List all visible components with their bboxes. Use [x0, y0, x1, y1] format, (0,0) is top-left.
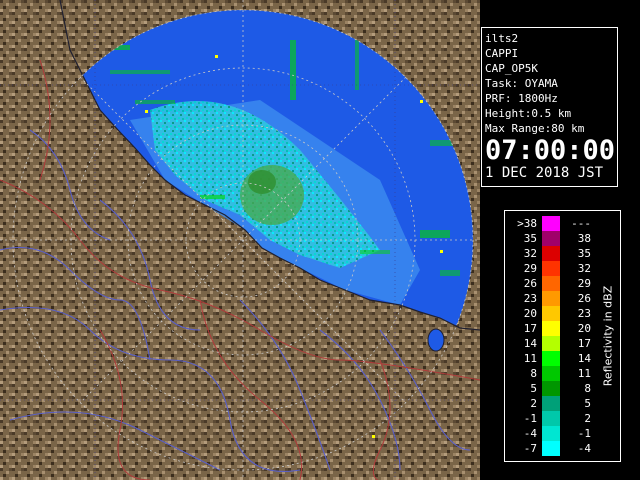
lagoon: [427, 328, 445, 352]
legend-low-value: -1: [523, 412, 537, 425]
legend-swatch: [542, 381, 560, 396]
legend-low-value: 26: [523, 277, 537, 290]
legend-row: 26 29: [505, 276, 605, 291]
radar-map[interactable]: [0, 0, 480, 480]
legend-row: 20 23: [505, 306, 605, 321]
legend-row: 32 35: [505, 246, 605, 261]
info-panel: ilts2 CAPPI CAP_OP5K Task: OYAMA PRF: 18…: [481, 27, 618, 187]
legend-high-value: 35: [577, 247, 591, 260]
legend-low-value: 20: [523, 307, 537, 320]
legend-high-value: 2: [584, 412, 591, 425]
scan-date: 1 DEC 2018 JST: [485, 165, 604, 181]
legend-high-value: 14: [577, 352, 591, 365]
task-label: Task: OYAMA: [485, 77, 558, 90]
legend-high-value: ---: [571, 217, 591, 230]
legend-low-value: -7: [523, 442, 537, 455]
height-label: Height:0.5 km: [485, 107, 572, 120]
legend-low-value: 14: [523, 337, 537, 350]
legend-high-value: 32: [577, 262, 591, 275]
max-range-label: Max Range:80 km: [485, 122, 585, 135]
legend-low-value: 2: [530, 397, 537, 410]
legend-high-value: -1: [577, 427, 591, 440]
legend-high-value: 8: [584, 382, 591, 395]
legend-low-value: 23: [523, 292, 537, 305]
legend-high-value: -4: [577, 442, 591, 455]
legend-low-value: 17: [523, 322, 537, 335]
legend-high-value: 29: [577, 277, 591, 290]
legend-swatch: [542, 276, 560, 291]
legend-low-value: >38: [517, 217, 537, 230]
legend-row: 35 38: [505, 231, 605, 246]
legend-row: 58: [505, 381, 605, 396]
legend-high-value: 23: [577, 307, 591, 320]
legend-swatch: [542, 306, 560, 321]
prf-label: PRF: 1800Hz: [485, 92, 558, 105]
product-code: CAP_OP5K: [485, 62, 538, 75]
legend-swatch: [542, 231, 560, 246]
radar-id: ilts2: [485, 32, 519, 45]
legend-row: 23 26: [505, 291, 605, 306]
legend-row: -7 -4: [505, 441, 605, 456]
legend-row: 17 20: [505, 321, 605, 336]
legend-low-value: 29: [523, 262, 537, 275]
legend-swatch: [542, 321, 560, 336]
legend-row: 8 11: [505, 366, 605, 381]
legend-swatch: [542, 411, 560, 426]
legend-row: -1 2: [505, 411, 605, 426]
legend-panel: >38 --- 35 38 32 35 29 32 26 29 23 26 20 23 17 20 14 17 11…: [504, 210, 621, 462]
legend-swatch: [542, 216, 560, 231]
legend-high-value: 11: [577, 367, 591, 380]
legend-row: 11 14: [505, 351, 605, 366]
legend-low-value: 35: [523, 232, 537, 245]
legend-low-value: 5: [530, 382, 537, 395]
legend-high-value: 38: [577, 232, 591, 245]
legend-swatch: [542, 336, 560, 351]
legend-row: -4 -1: [505, 426, 605, 441]
legend-low-value: 32: [523, 247, 537, 260]
legend-row: >38 ---: [505, 216, 605, 231]
product-name: CAPPI: [485, 47, 519, 60]
legend-high-value: 20: [577, 322, 591, 335]
legend-row: 29 32: [505, 261, 605, 276]
legend-row: 14 17: [505, 336, 605, 351]
legend-title: Reflectivity in dBZ: [601, 285, 615, 387]
legend-swatch: [542, 291, 560, 306]
legend-high-value: 5: [584, 397, 591, 410]
legend-high-value: 17: [577, 337, 591, 350]
legend-swatch: [542, 396, 560, 411]
legend-high-value: 26: [577, 292, 591, 305]
legend-low-value: -4: [523, 427, 537, 440]
scan-time: 07:00:00: [485, 135, 616, 166]
legend-swatch: [542, 261, 560, 276]
echo-core-inner: [248, 170, 276, 194]
legend-low-value: 11: [523, 352, 537, 365]
legend-row: 25: [505, 396, 605, 411]
legend-swatch: [542, 246, 560, 261]
legend-swatch: [542, 351, 560, 366]
legend-swatch: [542, 441, 560, 456]
legend-low-value: 8: [530, 367, 537, 380]
legend-swatch: [542, 366, 560, 381]
legend-swatch: [542, 426, 560, 441]
